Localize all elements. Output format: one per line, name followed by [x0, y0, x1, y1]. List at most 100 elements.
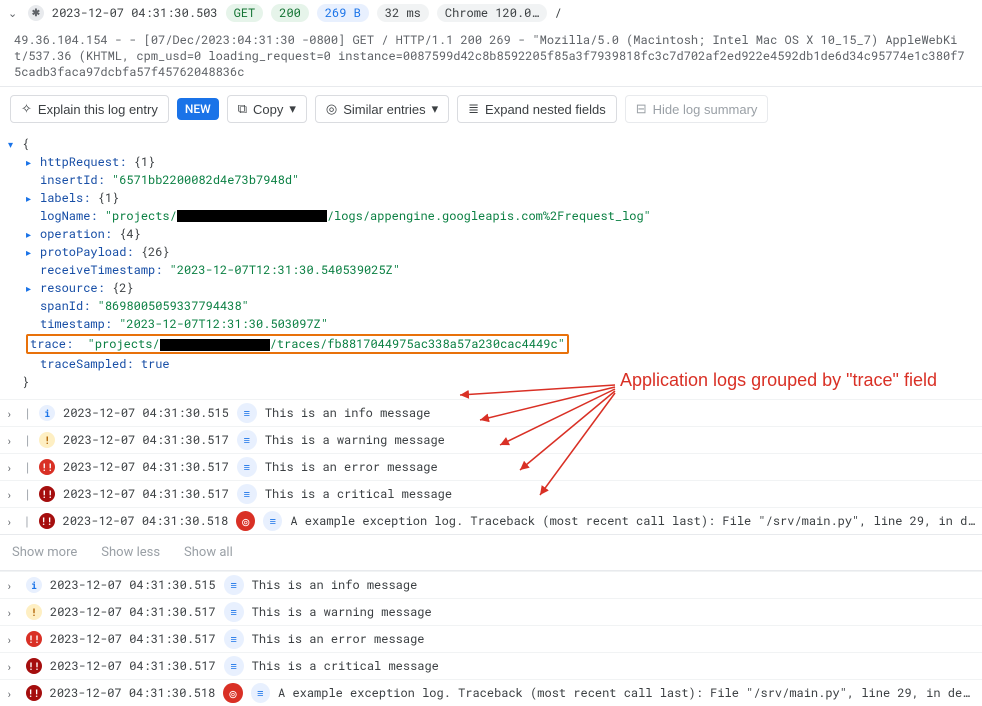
timestamp: 2023-12-07 04:31:30.518 [50, 685, 216, 701]
group-bar-icon: | [24, 432, 31, 448]
json-value[interactable]: "6571bb2200082d4e73b7948d" [112, 172, 299, 188]
method-chip[interactable]: GET [226, 4, 264, 22]
json-key[interactable]: timestamp: [40, 316, 112, 332]
json-key[interactable]: httpRequest: [40, 154, 126, 170]
stacktrace-icon[interactable]: ⊚ [236, 511, 255, 531]
json-key[interactable]: traceSampled: [40, 356, 134, 372]
trace-lines-icon[interactable]: ≡ [251, 683, 270, 703]
similar-entries-button[interactable]: ◎ Similar entries ▾ [315, 95, 449, 123]
show-more-button[interactable]: Show more [12, 545, 77, 560]
json-key[interactable]: trace: [30, 336, 73, 352]
collapse-icon[interactable]: ▾ [8, 138, 22, 151]
show-less-button[interactable]: Show less [101, 545, 160, 560]
timestamp: 2023-12-07 04:31:30.517 [50, 658, 216, 674]
json-key[interactable]: protoPayload: [40, 244, 134, 260]
json-key[interactable]: logName: [40, 208, 98, 224]
severity-icon: !! [26, 685, 42, 701]
expand-icon[interactable]: › [6, 659, 18, 674]
expand-icon[interactable]: ▸ [26, 246, 40, 259]
log-row[interactable]: ›|!!2023-12-07 04:31:30.517≡This is an e… [0, 453, 982, 480]
json-value-prefix[interactable]: "projects/ [105, 208, 177, 224]
useragent-chip[interactable]: Chrome 120.0… [437, 4, 547, 22]
chevron-down-icon: ▾ [432, 101, 439, 117]
log-row[interactable]: ›!!2023-12-07 04:31:30.517≡This is an er… [0, 625, 982, 652]
expand-icon[interactable]: › [6, 686, 18, 701]
trace-lines-icon[interactable]: ≡ [237, 403, 257, 423]
json-key[interactable]: operation: [40, 226, 112, 242]
trace-lines-icon[interactable]: ≡ [237, 457, 257, 477]
timestamp: 2023-12-07 04:31:30.503 [52, 5, 218, 21]
log-row[interactable]: ›|!2023-12-07 04:31:30.517≡This is a war… [0, 426, 982, 453]
trace-lines-icon[interactable]: ≡ [263, 511, 282, 531]
latency-chip[interactable]: 32 ms [377, 4, 429, 22]
timestamp: 2023-12-07 04:31:30.517 [63, 432, 229, 448]
trace-lines-icon[interactable]: ≡ [237, 430, 257, 450]
expand-nested-button[interactable]: ≣ Expand nested fields [457, 95, 617, 123]
trace-lines-icon[interactable]: ≡ [224, 656, 244, 676]
trace-field-highlight: trace: "projects/ /traces/fb8817044975ac3… [26, 334, 569, 354]
log-row[interactable]: ›!2023-12-07 04:31:30.517≡This is a warn… [0, 598, 982, 625]
group-bar-icon: | [24, 486, 31, 502]
log-summary-row[interactable]: ⌄ ✱ 2023-12-07 04:31:30.503 GET 200 269 … [0, 0, 982, 26]
expand-icon[interactable]: › [6, 632, 18, 647]
trace-lines-icon[interactable]: ≡ [224, 575, 244, 595]
json-value[interactable]: true [141, 356, 170, 372]
json-key[interactable]: receiveTimestamp: [40, 262, 162, 278]
hide-label: Hide log summary [653, 102, 758, 117]
json-key[interactable]: resource: [40, 280, 105, 296]
log-message: This is a critical message [252, 658, 439, 674]
timestamp: 2023-12-07 04:31:30.515 [50, 577, 216, 593]
expand-icon[interactable]: › [6, 406, 18, 421]
timestamp: 2023-12-07 04:31:30.515 [63, 405, 229, 421]
severity-icon: !! [26, 631, 42, 647]
json-collapsed: {4} [119, 226, 141, 242]
expand-icon[interactable]: › [6, 460, 18, 475]
expand-icon[interactable]: ▸ [26, 228, 40, 241]
severity-icon: ! [39, 432, 55, 448]
expand-icon[interactable]: › [6, 433, 18, 448]
log-row[interactable]: ›|!!2023-12-07 04:31:30.518⊚≡A example e… [0, 507, 982, 534]
json-value-suffix[interactable]: /traces/fb8817044975ac338a57a230cac4449c… [270, 336, 565, 352]
severity-icon: !! [39, 513, 55, 529]
hide-summary-button: ⊟ Hide log summary [625, 95, 769, 123]
json-value[interactable]: "2023-12-07T12:31:30.540539025Z" [170, 262, 400, 278]
json-collapsed: {1} [134, 154, 156, 170]
json-key[interactable]: insertId: [40, 172, 105, 188]
copy-icon: ⧉ [238, 101, 247, 117]
log-row[interactable]: ›|i2023-12-07 04:31:30.515≡This is an in… [0, 399, 982, 426]
log-row[interactable]: ›!!2023-12-07 04:31:30.517≡This is a cri… [0, 652, 982, 679]
log-row[interactable]: ›!! 2023-12-07 04:31:30.518 ⊚ ≡ A example ex… [0, 679, 982, 706]
expand-icon[interactable]: ▸ [26, 192, 40, 205]
trace-lines-icon[interactable]: ≡ [237, 484, 257, 504]
expand-icon[interactable]: › [6, 605, 18, 620]
severity-icon: i [39, 405, 55, 421]
log-row[interactable]: ›i2023-12-07 04:31:30.515≡This is an inf… [0, 571, 982, 598]
log-group: ›|i2023-12-07 04:31:30.515≡This is an in… [0, 399, 982, 534]
expand-icon[interactable]: ▸ [26, 156, 40, 169]
hide-icon: ⊟ [636, 101, 647, 117]
expand-icon[interactable]: ⌄ [8, 7, 20, 20]
timestamp: 2023-12-07 04:31:30.517 [50, 631, 216, 647]
json-value[interactable]: "8698005059337794438" [98, 298, 249, 314]
status-chip[interactable]: 200 [271, 4, 309, 22]
json-key[interactable]: labels: [40, 190, 90, 206]
expand-icon[interactable]: › [6, 514, 17, 529]
json-value-suffix[interactable]: /logs/appengine.googleapis.com%2Frequest… [327, 208, 651, 224]
log-message: A example exception log. Traceback (most… [278, 685, 976, 701]
copy-label: Copy [253, 102, 283, 117]
log-row[interactable]: ›|!!2023-12-07 04:31:30.517≡This is a cr… [0, 480, 982, 507]
json-value[interactable]: "2023-12-07T12:31:30.503097Z" [119, 316, 328, 332]
json-value-prefix[interactable]: "projects/ [88, 336, 160, 352]
explain-button[interactable]: ✧ Explain this log entry [10, 95, 169, 123]
show-all-button[interactable]: Show all [184, 545, 233, 560]
json-key[interactable]: spanId: [40, 298, 90, 314]
stacktrace-icon[interactable]: ⊚ [223, 683, 242, 703]
severity-icon: !! [39, 459, 55, 475]
expand-icon[interactable]: › [6, 578, 18, 593]
trace-lines-icon[interactable]: ≡ [224, 602, 244, 622]
expand-icon[interactable]: ▸ [26, 282, 40, 295]
bytes-chip[interactable]: 269 B [317, 4, 369, 22]
copy-button[interactable]: ⧉ Copy ▾ [227, 95, 307, 123]
expand-icon[interactable]: › [6, 487, 18, 502]
trace-lines-icon[interactable]: ≡ [224, 629, 244, 649]
